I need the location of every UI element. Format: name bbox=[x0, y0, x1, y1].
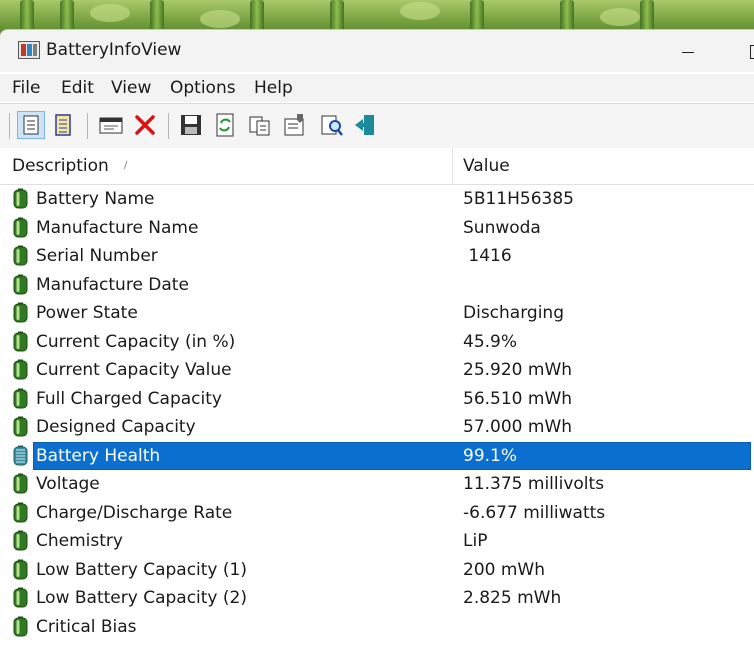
row-value: 1416 bbox=[463, 246, 512, 266]
row-description: Power State bbox=[36, 303, 138, 323]
table-row[interactable]: Low Battery Capacity (2) 2.825 mWh bbox=[0, 584, 754, 613]
exit-icon[interactable] bbox=[352, 112, 378, 138]
battery-icon bbox=[13, 331, 28, 352]
column-header-value[interactable]: Value bbox=[453, 148, 754, 185]
row-description: Current Capacity Value bbox=[36, 360, 232, 380]
row-description: Voltage bbox=[36, 474, 100, 494]
column-header-description[interactable]: Description ∕ bbox=[0, 148, 453, 185]
menu-options[interactable]: Options bbox=[170, 78, 236, 98]
row-value: 99.1% bbox=[463, 445, 518, 466]
menu-file[interactable]: File bbox=[12, 78, 40, 98]
battery-icon bbox=[13, 274, 28, 295]
table-row[interactable]: Current Capacity (in %) 45.9% bbox=[0, 328, 754, 357]
properties-window-icon[interactable] bbox=[98, 112, 124, 138]
table-row[interactable]: Serial Number 1416 bbox=[0, 242, 754, 271]
battery-icon bbox=[13, 359, 28, 380]
battery-icon bbox=[13, 416, 28, 437]
battery-icon bbox=[13, 188, 28, 209]
table-row[interactable]: Chemistry LiP bbox=[0, 527, 754, 556]
copy-icon[interactable] bbox=[247, 112, 273, 138]
save-icon[interactable] bbox=[178, 112, 204, 138]
battery-icon bbox=[13, 217, 28, 238]
row-value: 2.825 mWh bbox=[463, 588, 562, 608]
row-description: Current Capacity (in %) bbox=[36, 331, 236, 352]
table-row[interactable]: Manufacture Name Sunwoda bbox=[0, 214, 754, 243]
battery-icon bbox=[13, 302, 28, 323]
row-description: Designed Capacity bbox=[36, 417, 196, 437]
table-row[interactable]: Manufacture Date bbox=[0, 271, 754, 300]
row-value: 5B11H56385 bbox=[463, 189, 574, 209]
table-row[interactable]: Battery Health 99.1% bbox=[0, 441, 754, 471]
table-row[interactable]: Low Battery Capacity (1) 200 mWh bbox=[0, 556, 754, 585]
row-value: 25.920 mWh bbox=[463, 360, 573, 380]
row-value: Sunwoda bbox=[463, 217, 541, 238]
table-row[interactable]: Full Charged Capacity 56.510 mWh bbox=[0, 385, 754, 414]
table-row[interactable]: Voltage 11.375 millivolts bbox=[0, 470, 754, 499]
table-row[interactable]: Critical Bias bbox=[0, 613, 754, 642]
minimize-button[interactable] bbox=[668, 36, 708, 66]
battery-icon bbox=[13, 530, 28, 551]
table-row[interactable]: Designed Capacity 57.000 mWh bbox=[0, 413, 754, 442]
row-description: Manufacture Name bbox=[36, 217, 199, 238]
row-value: LiP bbox=[463, 531, 488, 551]
table-row[interactable]: Battery Name 5B11H56385 bbox=[0, 185, 754, 214]
battery-icon bbox=[13, 587, 28, 608]
row-value: 56.510 mWh bbox=[463, 388, 573, 409]
battery-icon bbox=[13, 445, 28, 466]
delete-icon[interactable] bbox=[132, 112, 158, 138]
details-view-icon[interactable] bbox=[17, 111, 45, 139]
battery-icon bbox=[13, 616, 28, 637]
menu-bar: File Edit View Options Help bbox=[0, 74, 754, 102]
maximize-button[interactable] bbox=[736, 36, 754, 66]
row-description: Battery Name bbox=[36, 189, 155, 209]
menu-edit[interactable]: Edit bbox=[61, 78, 94, 98]
column-description-label: Description bbox=[12, 156, 109, 176]
app-window: BatteryInfoView File Edit View Options H… bbox=[0, 30, 754, 648]
table-row[interactable]: Power State Discharging bbox=[0, 299, 754, 328]
sort-indicator-icon: ∕ bbox=[124, 160, 128, 171]
row-value: 57.000 mWh bbox=[463, 417, 573, 437]
app-icon bbox=[18, 41, 40, 59]
title-bar: BatteryInfoView bbox=[0, 30, 754, 72]
table-row[interactable]: Charge/Discharge Rate -6.677 milliwatts bbox=[0, 499, 754, 528]
row-description: Charge/Discharge Rate bbox=[36, 502, 233, 523]
row-description: Manufacture Date bbox=[36, 274, 189, 295]
properties-icon[interactable] bbox=[282, 112, 308, 138]
window-title: BatteryInfoView bbox=[46, 40, 182, 60]
row-description: Low Battery Capacity (1) bbox=[36, 559, 247, 580]
list-view-icon[interactable] bbox=[50, 112, 76, 138]
row-description: Critical Bias bbox=[36, 616, 137, 637]
battery-icon bbox=[13, 245, 28, 266]
toolbar bbox=[0, 103, 754, 149]
row-description: Battery Health bbox=[36, 445, 161, 466]
row-description: Low Battery Capacity (2) bbox=[36, 588, 247, 608]
refresh-icon[interactable] bbox=[212, 112, 238, 138]
find-icon[interactable] bbox=[319, 112, 345, 138]
battery-info-list: Description ∕ Value Battery Name 5B11H563… bbox=[0, 148, 754, 648]
table-row[interactable]: Current Capacity Value 25.920 mWh bbox=[0, 356, 754, 385]
row-value: Discharging bbox=[463, 303, 564, 323]
row-value: 200 mWh bbox=[463, 559, 545, 580]
row-description: Full Charged Capacity bbox=[36, 388, 222, 409]
battery-icon bbox=[13, 473, 28, 494]
battery-icon bbox=[13, 388, 28, 409]
menu-help[interactable]: Help bbox=[254, 78, 293, 98]
row-value: 11.375 millivolts bbox=[463, 474, 605, 494]
column-value-label: Value bbox=[463, 156, 510, 176]
battery-icon bbox=[13, 502, 28, 523]
battery-icon bbox=[13, 559, 28, 580]
row-description: Serial Number bbox=[36, 246, 158, 266]
row-value: 45.9% bbox=[463, 331, 518, 352]
row-value: -6.677 milliwatts bbox=[463, 502, 606, 523]
menu-view[interactable]: View bbox=[111, 78, 151, 98]
row-description: Chemistry bbox=[36, 531, 123, 551]
